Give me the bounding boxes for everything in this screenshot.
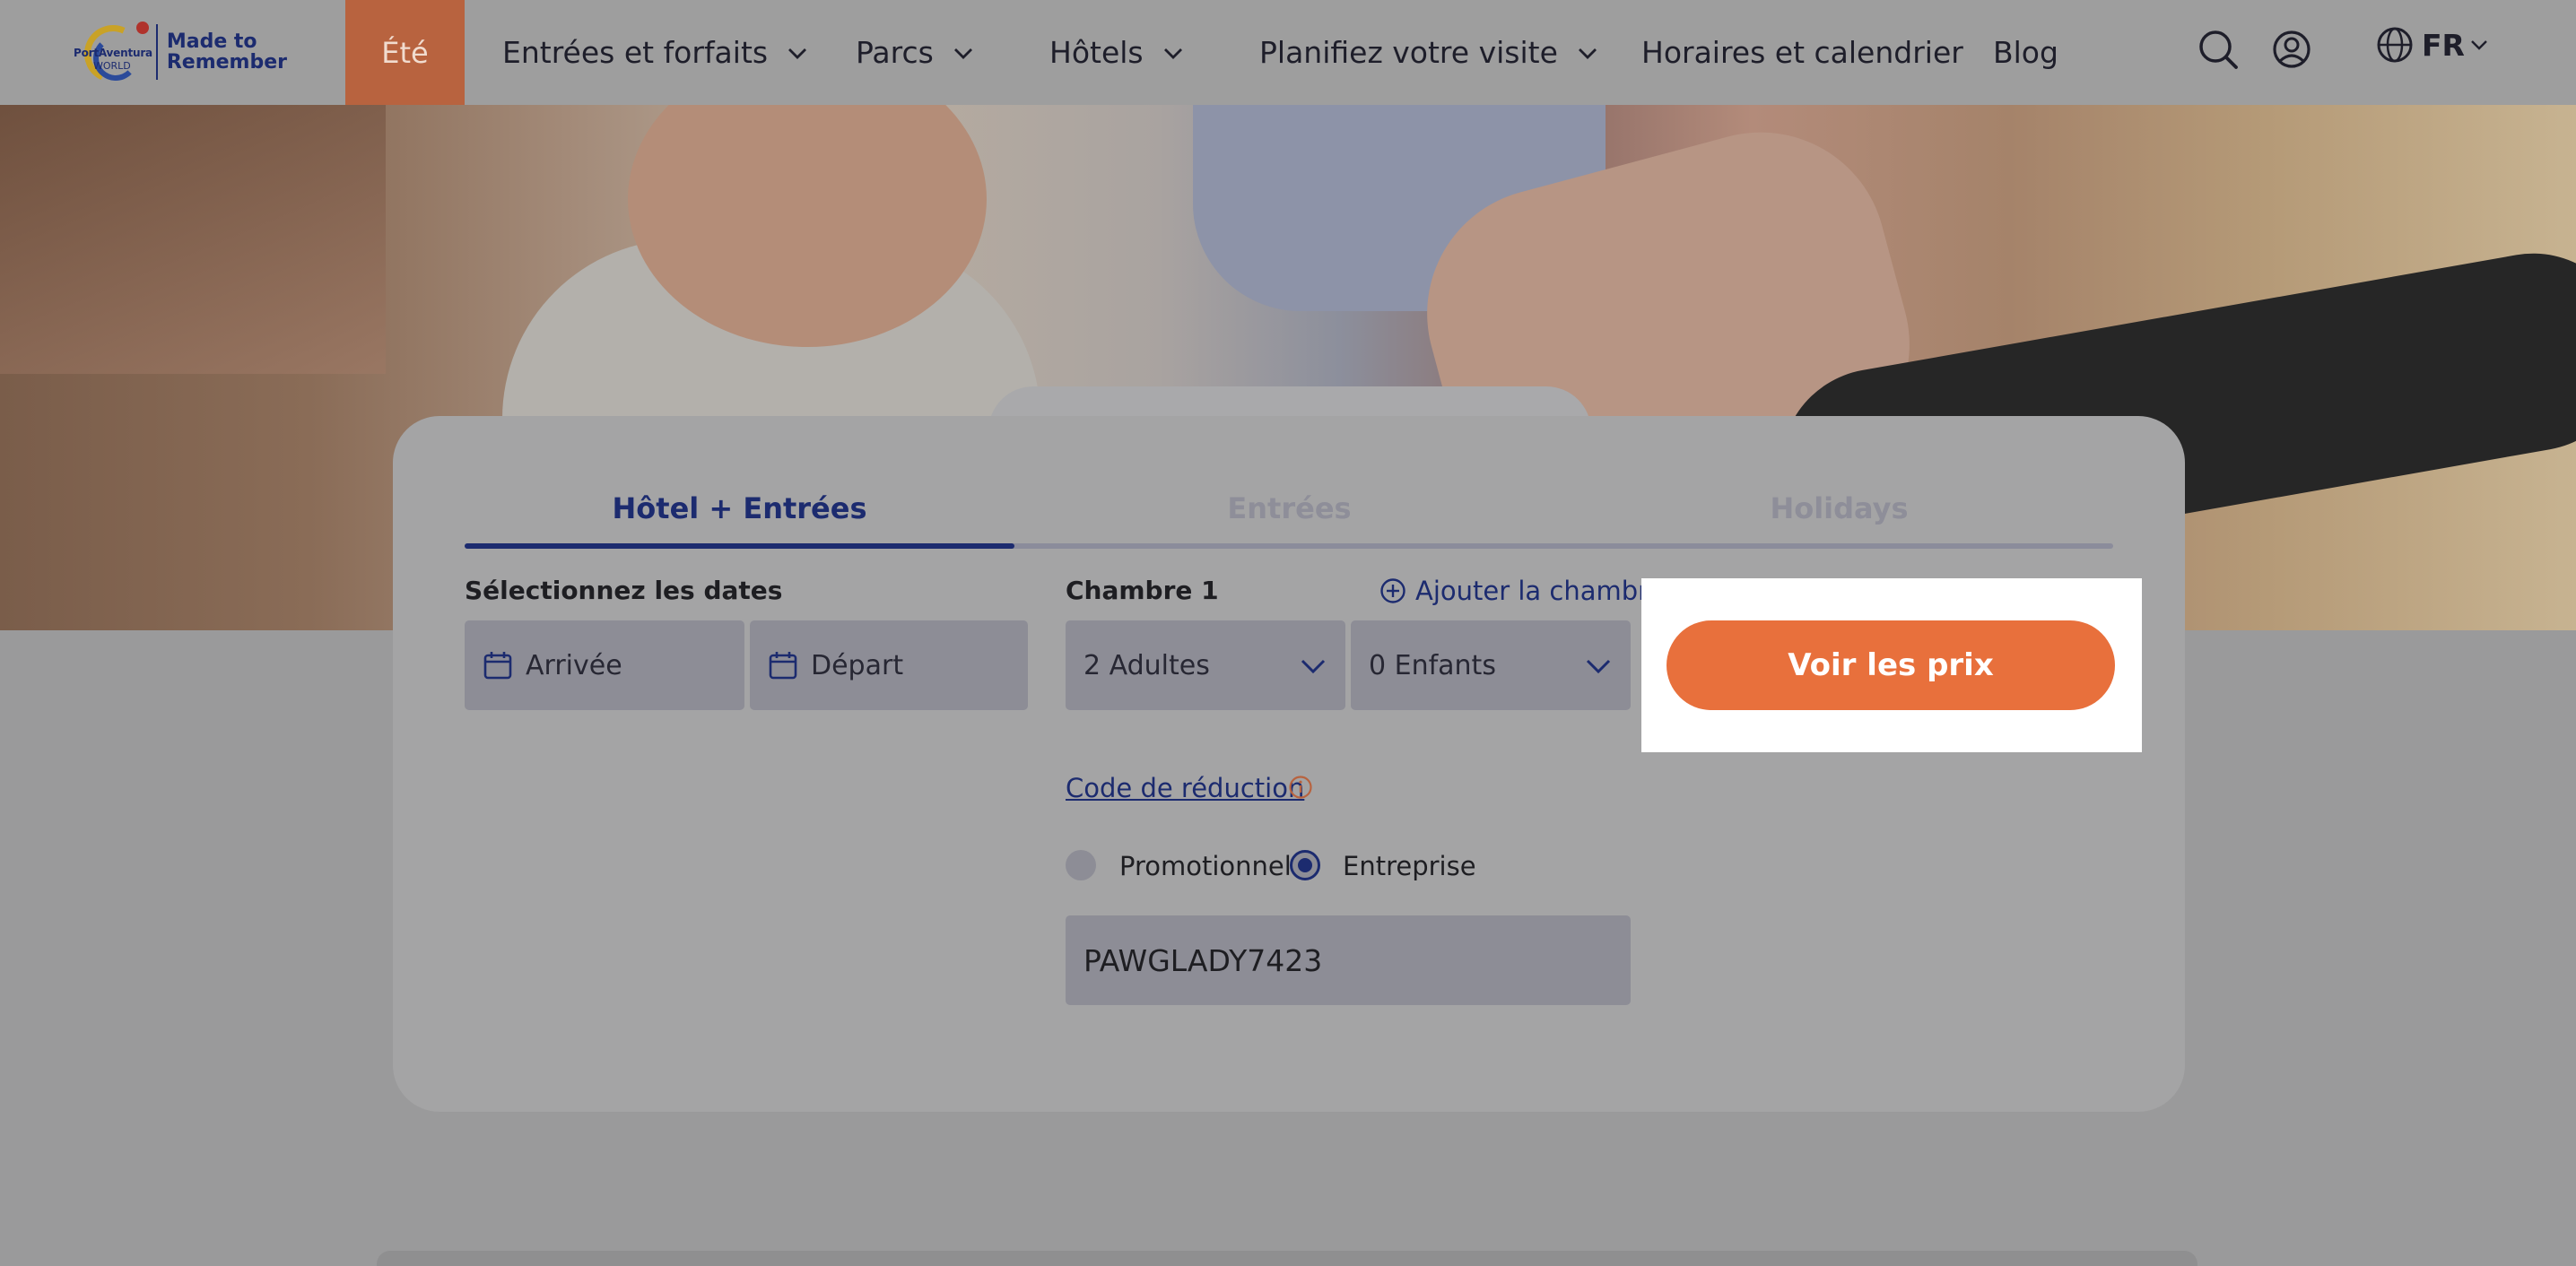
radio-entreprise-label: Entreprise: [1343, 851, 1476, 881]
calendar-icon: [483, 652, 512, 680]
nav-item-hotels[interactable]: Hôtels: [1049, 0, 1183, 105]
chevron-down-icon: [788, 48, 807, 59]
chevron-down-icon: [1163, 48, 1182, 59]
nav-item-parcs[interactable]: Parcs: [856, 0, 973, 105]
nav-item-label: Hôtels: [1049, 35, 1144, 70]
radio-entreprise[interactable]: [1290, 850, 1320, 880]
next-section-edge: [377, 1251, 2197, 1266]
top-navigation: PortAventura WORLD Made to Remember Été …: [0, 0, 2576, 105]
add-room-label: Ajouter la chambre: [1415, 576, 1665, 606]
chevron-down-icon: [1301, 659, 1326, 674]
chevron-down-icon: [2471, 40, 2487, 50]
nav-item-label: Horaires et calendrier: [1641, 35, 1963, 70]
info-icon[interactable]: [1288, 775, 1313, 800]
logo-mark: PortAventura WORLD: [72, 16, 152, 91]
logo-divider: [155, 24, 158, 80]
booking-widget: Hôtel + Entrées Entrées Holidays Sélecti…: [393, 416, 2185, 1112]
logo-tagline-line-1: Made to: [166, 30, 257, 53]
plus-circle-icon: [1380, 578, 1405, 603]
adults-value: 2 Adultes: [1083, 649, 1210, 681]
room-label: Chambre 1: [1066, 576, 1219, 605]
nav-item-label: Blog: [1993, 35, 2058, 70]
children-select[interactable]: 0 Enfants: [1351, 620, 1631, 710]
booking-tabs: Hôtel + Entrées Entrées Holidays: [465, 470, 2113, 549]
chevron-down-icon: [953, 48, 972, 59]
departure-date-field[interactable]: Départ: [750, 620, 1028, 710]
calendar-icon: [769, 652, 797, 680]
logo-tagline-line-2: Remember: [166, 51, 287, 74]
portaventura-logo[interactable]: PortAventura WORLD Made to Remember: [72, 16, 287, 91]
logo-brand-text: PortAventura: [74, 47, 152, 59]
user-icon[interactable]: [2269, 27, 2314, 72]
chevron-down-icon: [1578, 48, 1597, 59]
language-selector[interactable]: FR: [2375, 25, 2495, 65]
radio-promotionnel-label: Promotionnel: [1119, 851, 1292, 881]
globe-icon: [2377, 27, 2413, 63]
discount-code-link[interactable]: Code de réduction: [1066, 773, 1304, 803]
nav-item-label: Entrées et forfaits: [502, 35, 769, 70]
radio-promotionnel[interactable]: [1066, 850, 1096, 880]
language-label: FR: [2422, 27, 2465, 63]
departure-placeholder: Départ: [811, 649, 904, 681]
children-value: 0 Enfants: [1369, 649, 1496, 681]
arrival-date-field[interactable]: Arrivée: [465, 620, 744, 710]
nav-item-ete[interactable]: Été: [345, 0, 465, 105]
voir-les-prix-button[interactable]: Voir les prix: [1667, 620, 2115, 710]
discount-code-input[interactable]: [1066, 915, 1631, 1005]
nav-item-label: Parcs: [856, 35, 934, 70]
logo-world-text: WORLD: [93, 60, 131, 72]
nav-item-entrees-forfaits[interactable]: Entrées et forfaits: [502, 0, 807, 105]
nav-item-planifiez[interactable]: Planifiez votre visite: [1259, 0, 1597, 105]
chevron-down-icon: [1586, 659, 1611, 674]
tab-hotel-entrees[interactable]: Hôtel + Entrées: [465, 470, 1014, 549]
tab-underline-active: [465, 543, 1014, 549]
logo-tagline: Made to Remember: [167, 31, 287, 73]
add-room-link[interactable]: Ajouter la chambre: [1379, 576, 1664, 606]
nav-item-blog[interactable]: Blog: [1993, 0, 2058, 105]
search-icon[interactable]: [2196, 27, 2241, 72]
tab-holidays[interactable]: Holidays: [1564, 470, 2114, 549]
nav-item-label: Planifiez votre visite: [1259, 35, 1558, 70]
nav-item-horaires[interactable]: Horaires et calendrier: [1641, 0, 1963, 105]
tab-entrees[interactable]: Entrées: [1014, 470, 1564, 549]
adults-select[interactable]: 2 Adultes: [1066, 620, 1345, 710]
dates-label: Sélectionnez les dates: [465, 576, 783, 605]
arrival-placeholder: Arrivée: [526, 649, 622, 681]
